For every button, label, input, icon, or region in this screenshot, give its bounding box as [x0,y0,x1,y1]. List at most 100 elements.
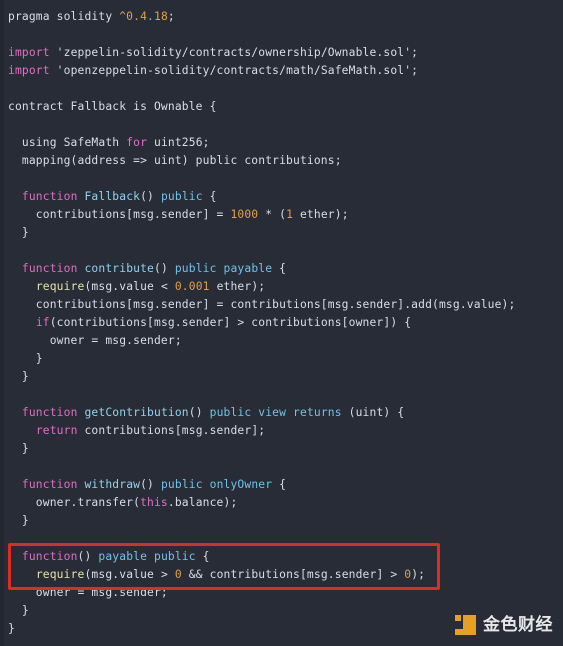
code-token: contract Fallback is Ownable { [8,100,217,113]
code-token: public payable [174,262,273,275]
code-token: } [8,352,43,365]
code-line: } [0,368,563,386]
watermark-text: 金色财经 [483,614,553,635]
code-line: contributions[msg.sender] = contribution… [0,296,563,314]
code-token: mapping(address => uint) public contribu… [8,154,342,167]
code-token: if [35,316,50,329]
code-token: } [8,604,29,617]
code-token: ^0.4.18 [119,10,168,23]
code-token: && contributions[msg.sender] > [181,568,405,581]
code-token: public view returns [209,406,342,419]
code-line: if(contributions[msg.sender] > contribut… [0,314,563,332]
code-token: getContribution [84,406,189,419]
code-token: () [140,478,161,491]
code-token: public onlyOwner [160,478,273,491]
code-screenshot: pragma solidity ^0.4.18; import 'zeppeli… [0,0,563,646]
code-line: using SafeMath for uint256; [0,134,563,152]
code-token: } [8,442,29,455]
code-token: owner.transfer( [8,496,141,509]
code-line: } [0,350,563,368]
code-token: } [8,370,29,383]
code-token: uint256; [147,136,210,149]
jinse-logo-icon [455,614,477,636]
code-line: } [0,440,563,458]
code-token: () [154,262,175,275]
code-block: pragma solidity ^0.4.18; import 'zeppeli… [0,0,563,646]
code-line: mapping(address => uint) public contribu… [0,152,563,170]
code-line: require(msg.value > 0 && contributions[m… [0,566,563,584]
code-token: * ( [258,208,287,221]
code-token: ether); [209,280,266,293]
code-line: owner.transfer(this.balance); [0,494,563,512]
code-token: () [140,190,161,203]
code-line: function Fallback() public { [0,188,563,206]
code-line: import 'zeppelin-solidity/contracts/owne… [0,44,563,62]
code-token: function [21,550,78,563]
code-token: 1 [286,208,294,221]
code-token: () [188,406,210,419]
code-line: } [0,224,563,242]
code-line: import 'openzeppelin-solidity/contracts/… [0,62,563,80]
code-token: contribute [84,262,154,275]
code-token: import [8,64,50,77]
code-token: for [126,136,148,149]
code-line: function contribute() public payable { [0,260,563,278]
code-token: { [195,550,210,563]
code-token: public [160,190,203,203]
code-token: 'openzeppelin-solidity/contracts/math/Sa… [49,64,419,77]
code-line: contributions[msg.sender] = 1000 * (1 et… [0,206,563,224]
code-token: contributions[msg.sender] = [8,208,231,221]
code-line: function() payable public { [0,548,563,566]
code-token: { [202,190,217,203]
code-token: require [35,568,85,581]
code-token: import [8,46,50,59]
code-token: ; [167,10,175,23]
code-token: } [8,622,15,635]
code-line: function withdraw() public onlyOwner { [0,476,563,494]
code-token: contributions[msg.sender]; [77,424,266,437]
code-token: this [140,496,168,509]
code-token: function [21,406,78,419]
code-token: () [77,550,99,563]
code-token: payable public [98,550,196,563]
code-token: (msg.value > [84,568,175,581]
code-line: contract Fallback is Ownable { [0,98,563,116]
code-token: (uint) { [341,406,405,419]
code-token: owner = msg.sender; [8,586,168,599]
code-token: 0.001 [174,280,210,293]
code-token: 0 [174,568,182,581]
code-line: require(msg.value < 0.001 ether); [0,278,563,296]
code-token: } [8,514,29,527]
code-token: owner = msg.sender; [8,334,182,347]
code-token: return [35,424,78,437]
code-line: pragma solidity ^0.4.18; [0,8,563,26]
code-token: (contributions[msg.sender] > contributio… [49,316,412,329]
code-token: 1000 [230,208,259,221]
watermark: 金色财经 [455,614,553,636]
code-line: return contributions[msg.sender]; [0,422,563,440]
code-token: using SafeMath [8,136,127,149]
code-token: require [35,280,85,293]
code-line: owner = msg.sender; [0,584,563,602]
code-token: withdraw [84,478,141,491]
code-token: { [272,262,287,275]
code-token: Fallback [84,190,141,203]
code-token: ); [411,568,426,581]
code-token: (msg.value < [84,280,175,293]
code-token: pragma solidity [8,10,120,23]
code-token: ether); [293,208,349,221]
